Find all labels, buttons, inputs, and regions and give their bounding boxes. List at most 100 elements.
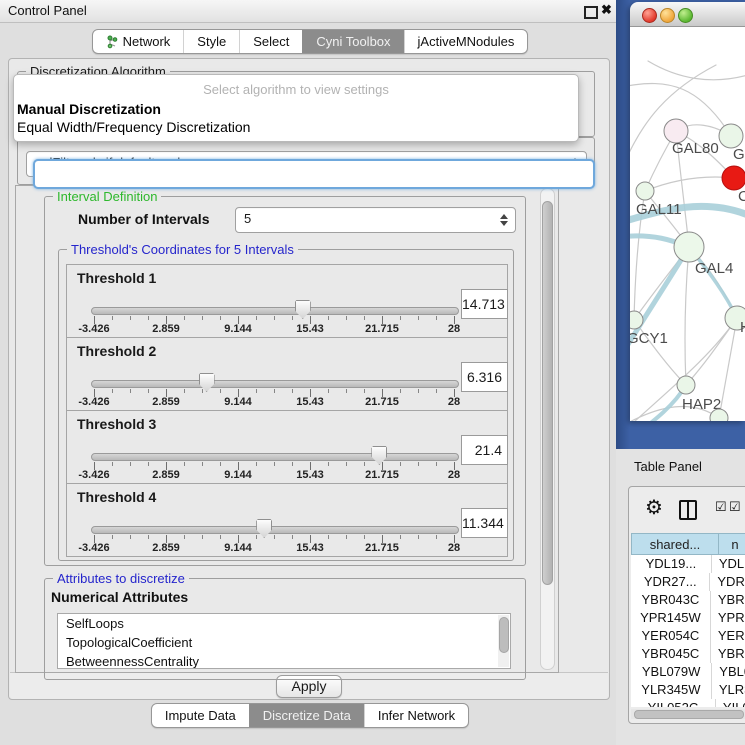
tab-select[interactable]: Select: [239, 30, 302, 53]
network-view-window: GAL80GCGAL11GAL4GCY1HHAP2: [630, 2, 745, 421]
cell-shared-name[interactable]: YBL079W: [631, 663, 712, 681]
attribute-list-item[interactable]: SelfLoops: [58, 614, 510, 633]
network-node-hap2[interactable]: [677, 376, 695, 394]
tick-label: 15.43: [296, 323, 324, 335]
tick-label: 21.715: [365, 469, 399, 481]
slider-track[interactable]: [91, 380, 459, 388]
table-row[interactable]: YBL079WYBL0: [631, 663, 745, 681]
threshold-value-input[interactable]: 21.4: [461, 435, 508, 465]
table-panel-region: Table Panel ⚙ ☑ ☑ shared... n YDL19...YD…: [616, 449, 745, 745]
scrollbar-thumb[interactable]: [542, 201, 553, 585]
tab-label: Style: [197, 34, 226, 49]
cell-shared-name[interactable]: YDL19...: [631, 555, 712, 573]
settings-scroll-pane: Interval Definition Number of Intervals …: [15, 185, 559, 673]
tab-discretize-data[interactable]: Discretize Data: [249, 704, 364, 727]
settings-scrollbar[interactable]: [540, 188, 555, 670]
node-label: G: [733, 146, 745, 163]
close-icon[interactable]: ✖: [601, 2, 612, 18]
slider-track[interactable]: [91, 307, 459, 315]
table-row[interactable]: YLR345WYLR3: [631, 681, 745, 699]
cell-name[interactable]: YLR3: [712, 681, 745, 699]
table-row[interactable]: YDL19...YDL1: [631, 555, 745, 573]
table-row[interactable]: YPR145WYPR1: [631, 609, 745, 627]
float-window-icon[interactable]: [584, 6, 598, 19]
minimize-traffic-light-icon[interactable]: [660, 8, 675, 23]
spinner-arrows-icon[interactable]: [500, 214, 508, 226]
zoom-traffic-light-icon[interactable]: [678, 8, 693, 23]
slider-track[interactable]: [91, 453, 459, 461]
tick-label: 9.144: [224, 542, 252, 554]
num-intervals-combobox[interactable]: 5: [235, 207, 516, 233]
attribute-list-item[interactable]: TopologicalCoefficient: [58, 633, 510, 652]
network-edge: [630, 385, 686, 421]
tick-label: 2.859: [152, 469, 180, 481]
slider-ticks: [94, 535, 456, 543]
node-label: GAL4: [695, 260, 733, 277]
cell-shared-name[interactable]: YBR045C: [631, 645, 711, 663]
list-scrollbar[interactable]: [498, 615, 509, 667]
algorithm-dropdown-popup: Select algorithm to view settings Manual…: [13, 74, 579, 142]
cell-shared-name[interactable]: YDR27...: [631, 573, 710, 591]
algorithm-combobox[interactable]: [33, 159, 595, 189]
checkbox-icon[interactable]: ☑: [715, 499, 727, 515]
network-node-c[interactable]: [722, 166, 745, 190]
popup-hint: Select algorithm to view settings: [14, 82, 578, 97]
column-header-shared-name[interactable]: shared...: [631, 533, 719, 555]
table-row[interactable]: YDR27...YDR2: [631, 573, 745, 591]
numerical-attributes-heading: Numerical Attributes: [51, 589, 188, 605]
table-row[interactable]: YIL052CYIL0: [631, 699, 745, 707]
cell-shared-name[interactable]: YLR345W: [631, 681, 712, 699]
cell-name[interactable]: YBL0: [712, 663, 745, 681]
cell-shared-name[interactable]: YIL052C: [631, 699, 716, 707]
threshold-value-input[interactable]: 14.713: [461, 289, 508, 319]
popup-option-manual-discretization[interactable]: Manual Discretization: [17, 101, 161, 117]
network-node-g[interactable]: [719, 124, 743, 148]
tick-label: 28: [448, 469, 460, 481]
checkbox-icon[interactable]: ☑: [729, 499, 741, 515]
popup-option-equal-width-frequency[interactable]: Equal Width/Frequency Discretization: [17, 119, 250, 135]
network-node-gal11[interactable]: [636, 182, 654, 200]
cell-name[interactable]: YIL0: [716, 699, 745, 707]
scrollbar-thumb[interactable]: [499, 617, 509, 653]
tab-network[interactable]: Network: [93, 30, 184, 53]
network-canvas[interactable]: GAL80GCGAL11GAL4GCY1HHAP2: [630, 27, 745, 421]
tab-infer-network[interactable]: Infer Network: [364, 704, 468, 727]
gear-icon[interactable]: ⚙: [645, 495, 663, 520]
tab-cyni-toolbox[interactable]: Cyni Toolbox: [302, 30, 403, 53]
split-view-icon[interactable]: [679, 500, 697, 520]
cell-name[interactable]: YER0: [711, 627, 745, 645]
tick-label: 9.144: [224, 469, 252, 481]
tab-style[interactable]: Style: [183, 30, 239, 53]
cell-name[interactable]: YPR1: [711, 609, 745, 627]
cell-name[interactable]: YDR2: [710, 573, 745, 591]
network-node-gal4[interactable]: [674, 232, 704, 262]
table-row[interactable]: YBR045CYBR0: [631, 645, 745, 663]
cell-shared-name[interactable]: YBR043C: [631, 591, 711, 609]
threshold-panel: Threshold 4 -3.426 2.859 9.144 15.43 21.…: [66, 483, 508, 557]
slider-ticks: [94, 316, 456, 324]
tab-jactivemnodules[interactable]: jActiveMNodules: [404, 30, 528, 53]
slider-track[interactable]: [91, 526, 459, 534]
threshold-label: Threshold 1: [77, 270, 156, 286]
cell-name[interactable]: YBR0: [711, 645, 745, 663]
threshold-value-input[interactable]: 6.316: [461, 362, 508, 392]
threshold-value-input[interactable]: 11.344: [461, 508, 508, 538]
table-row[interactable]: YBR043CYBR0: [631, 591, 745, 609]
cell-name[interactable]: YDL1: [712, 555, 745, 573]
group-title: Interval Definition: [53, 189, 161, 204]
thresholds-group: Threshold's Coordinates for 5 Intervals …: [58, 249, 514, 561]
tab-impute-data[interactable]: Impute Data: [152, 704, 249, 727]
network-node-gcy1[interactable]: [630, 311, 643, 329]
close-traffic-light-icon[interactable]: [642, 8, 657, 23]
column-header-name[interactable]: n: [719, 533, 745, 555]
attribute-list-item[interactable]: BetweennessCentrality: [58, 652, 510, 669]
cell-shared-name[interactable]: YER054C: [631, 627, 711, 645]
scrollbar-thumb[interactable]: [634, 710, 744, 719]
cell-shared-name[interactable]: YPR145W: [631, 609, 711, 627]
cell-name[interactable]: YBR0: [711, 591, 745, 609]
tab-label: Discretize Data: [263, 708, 351, 723]
table-hscrollbar[interactable]: [631, 709, 745, 719]
top-tab-group: Network Style SelectCyni ToolboxjActiveMNo…: [92, 29, 529, 54]
table-row[interactable]: YER054CYER0: [631, 627, 745, 645]
table-panel-title: Table Panel: [634, 459, 702, 474]
